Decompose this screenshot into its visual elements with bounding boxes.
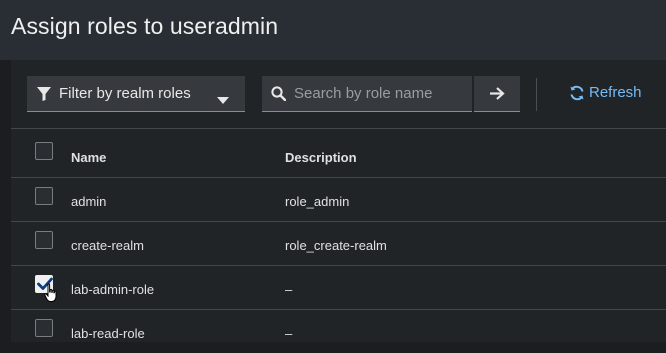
modal-header: Assign roles to useradmin (0, 0, 666, 60)
search-icon (271, 86, 287, 106)
row-checkbox[interactable] (35, 187, 53, 205)
refresh-button[interactable]: Refresh (569, 84, 642, 101)
toolbar-divider (536, 78, 537, 111)
role-name: lab-admin-role (71, 282, 155, 297)
search-input[interactable] (292, 76, 469, 110)
table-row: create-realm role_create-realm (11, 221, 666, 265)
sync-icon (570, 85, 584, 100)
search-field (262, 76, 472, 112)
role-name: admin (71, 194, 107, 209)
select-all-checkbox[interactable] (35, 142, 53, 160)
role-name: create-realm (71, 238, 144, 253)
role-description: – (285, 282, 293, 297)
hand-pointer-icon (44, 283, 60, 308)
table-row: lab-read-role – (11, 309, 666, 353)
row-checkbox[interactable] (35, 319, 53, 337)
role-description: role_admin (285, 194, 350, 209)
role-description: – (285, 326, 293, 341)
refresh-label: Refresh (589, 84, 642, 101)
role-name: lab-read-role (71, 326, 145, 341)
modal-title: Assign roles to useradmin (11, 13, 279, 39)
column-header-description: Description (285, 150, 357, 165)
caret-down-icon (217, 91, 229, 109)
search-submit-button[interactable] (474, 76, 520, 112)
table-header-row: Name Description (11, 128, 666, 177)
filter-dropdown-label: Filter by realm roles (59, 85, 191, 102)
column-header-name[interactable]: Name (71, 150, 106, 165)
arrow-right-icon (490, 87, 505, 100)
modal-body: Filter by realm roles Refresh (11, 60, 666, 342)
filter-dropdown[interactable]: Filter by realm roles (27, 76, 245, 112)
roles-table: Name Description admin role_admin create… (11, 128, 666, 353)
table-row: lab-admin-role – (11, 265, 666, 309)
row-checkbox[interactable] (35, 231, 53, 249)
filter-icon (36, 86, 52, 107)
toolbar: Filter by realm roles Refresh (11, 60, 666, 128)
table-row: admin role_admin (11, 177, 666, 221)
role-description: role_create-realm (285, 238, 387, 253)
